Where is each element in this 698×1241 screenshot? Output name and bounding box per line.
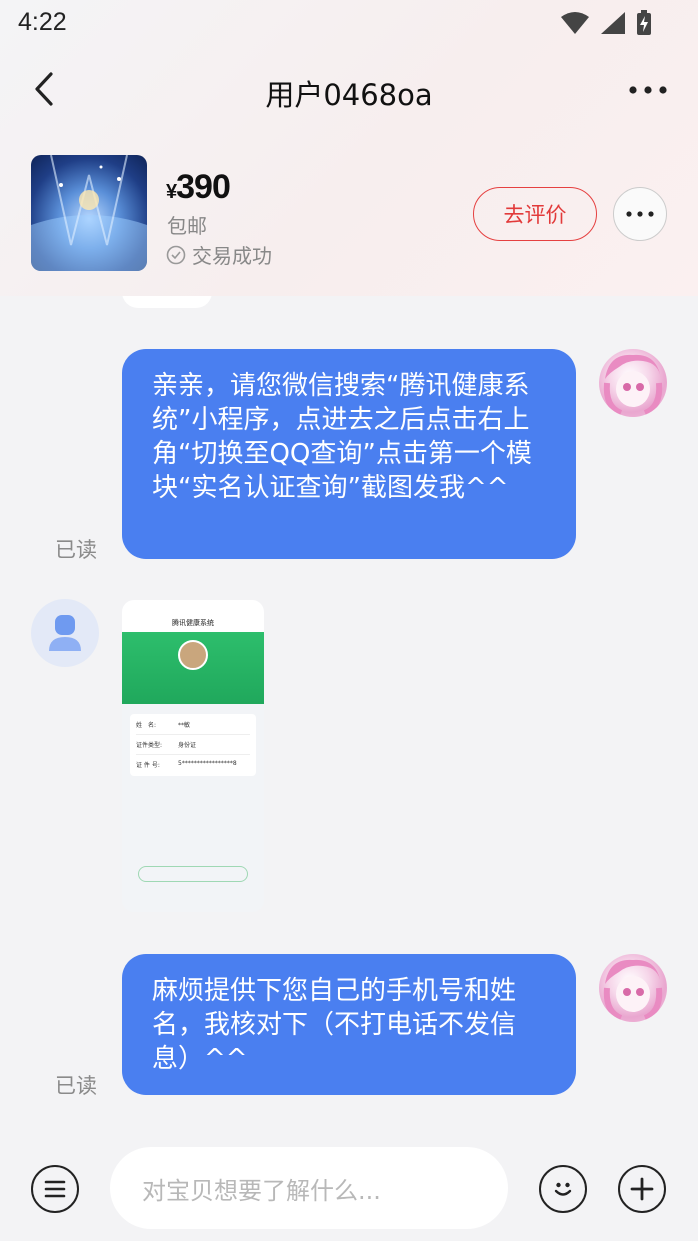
message-bubble[interactable]: 亲亲，请您微信搜索“腾讯健康系统”小程序，点进去之后点击右上角“切换至QQ查询”…	[122, 349, 576, 559]
screenshot-id-card: 姓 名: **敏 证件类型: 身份证 证 件 号: 5*************…	[130, 714, 256, 776]
signal-icon	[601, 12, 625, 34]
shipping-label: 包邮	[167, 214, 207, 238]
check-circle-icon	[166, 245, 186, 264]
screenshot-profile-photo	[178, 640, 208, 670]
anime-avatar-icon	[603, 959, 663, 1021]
more-menu-button[interactable]	[626, 72, 670, 108]
product-image-icon	[31, 155, 147, 271]
input-bar: 对宝贝想要了解什么...	[0, 1144, 698, 1241]
price-value: 390	[176, 168, 231, 206]
order-status: 交易成功	[166, 240, 272, 269]
screenshot-button	[138, 866, 248, 882]
screenshot-status-bar	[122, 600, 264, 614]
divider	[136, 754, 250, 755]
currency-symbol: ¥	[166, 181, 177, 203]
battery-icon	[637, 10, 651, 35]
product-price: ¥390	[166, 168, 231, 207]
my-avatar[interactable]	[599, 954, 667, 1022]
screenshot-name-label: 姓 名:	[136, 722, 157, 729]
wifi-icon	[561, 12, 589, 34]
anime-avatar-icon	[603, 354, 663, 416]
emoji-button[interactable]	[539, 1165, 587, 1213]
screenshot-header	[122, 632, 264, 704]
screenshot-idtype-label: 证件类型:	[136, 742, 163, 749]
smiley-icon	[554, 1182, 572, 1196]
divider	[136, 734, 250, 735]
product-more-button[interactable]	[613, 187, 667, 241]
plus-icon	[630, 1177, 654, 1201]
status-time: 4:22	[18, 8, 67, 36]
screenshot-name-value: **敏	[178, 722, 191, 729]
chat-area[interactable]: 亲亲，请您微信搜索“腾讯健康系统”小程序，点进去之后点击右上角“切换至QQ查询”…	[0, 296, 698, 1144]
more-dots-icon	[626, 211, 654, 217]
header-area: 4:22 用户0468oa ¥390 包邮 交易成功 去评价	[0, 0, 698, 296]
page-title: 用户0468oa	[265, 78, 433, 112]
my-avatar[interactable]	[599, 349, 667, 417]
message-bubble[interactable]: 麻烦提供下您自己的手机号和姓名，我核对下（不打电话不发信息）^^	[122, 954, 576, 1095]
add-button[interactable]	[618, 1165, 666, 1213]
user-silhouette-icon	[49, 615, 81, 651]
status-bar: 4:22	[0, 0, 698, 48]
product-thumbnail[interactable]	[31, 155, 147, 271]
order-status-text: 交易成功	[192, 244, 272, 268]
screenshot-image[interactable]: 腾讯健康系统 姓 名: **敏 证件类型: 身份证 证 件 号: 5******…	[122, 600, 264, 912]
screenshot-id-label: 证 件 号:	[136, 762, 160, 769]
previous-message-edge	[122, 296, 212, 308]
more-dots-icon	[629, 86, 667, 94]
screenshot-app-title: 腾讯健康系统	[122, 614, 264, 632]
read-receipt: 已读	[55, 1074, 97, 1098]
message-input[interactable]: 对宝贝想要了解什么...	[110, 1147, 508, 1229]
screenshot-id-value: 5*****************8	[178, 760, 237, 767]
menu-lines-icon	[44, 1180, 66, 1198]
contact-avatar[interactable]	[31, 599, 99, 667]
nav-bar: 用户0468oa	[0, 58, 698, 124]
status-icons	[560, 10, 652, 36]
read-receipt: 已读	[55, 538, 97, 562]
screenshot-idtype-value: 身份证	[178, 742, 197, 749]
product-card[interactable]: ¥390 包邮 交易成功 去评价	[0, 150, 698, 280]
rate-button[interactable]: 去评价	[473, 187, 597, 241]
menu-button[interactable]	[31, 1165, 79, 1213]
